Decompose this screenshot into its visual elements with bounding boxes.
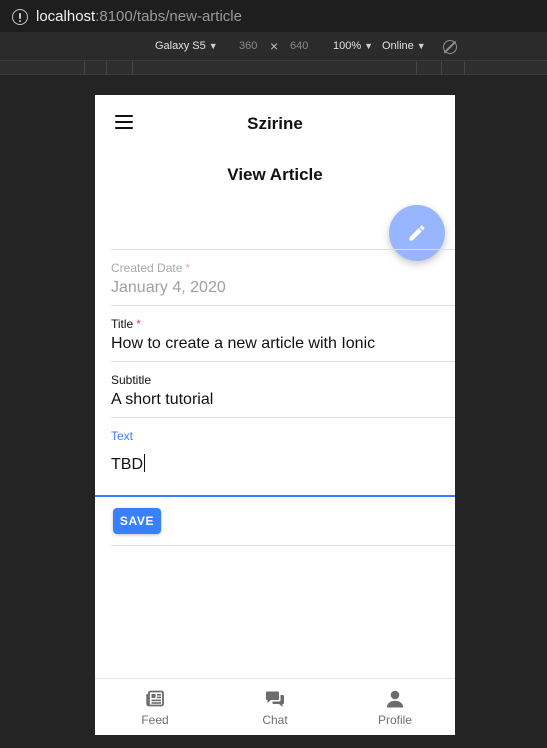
- created-date-label-text: Created Date: [111, 261, 183, 275]
- text-textarea[interactable]: TBD: [111, 454, 145, 474]
- app-header: Szirine: [95, 95, 455, 151]
- tab-label: Profile: [377, 713, 412, 727]
- device-width-input[interactable]: 360: [239, 40, 257, 52]
- title-field[interactable]: Title * How to create a new article with …: [111, 305, 455, 361]
- subtitle-field[interactable]: Subtitle A short tutorial: [111, 361, 455, 417]
- media-query-bar: [0, 61, 547, 75]
- tab-label: Chat: [262, 713, 288, 727]
- chat-icon: [266, 691, 284, 707]
- device-viewport: Szirine View Article Created Date * Janua…: [95, 95, 455, 735]
- tab-label: Feed: [141, 713, 169, 727]
- subtitle-input[interactable]: A short tutorial: [111, 391, 213, 409]
- text-field[interactable]: Text TBD: [111, 417, 455, 496]
- page-title: View Article: [227, 165, 323, 184]
- zoom-value: 100%: [333, 40, 362, 52]
- network-value: Online: [382, 40, 414, 52]
- title-label-text: Title: [111, 317, 134, 331]
- required-mark: *: [136, 317, 141, 331]
- ruler-segment[interactable]: [84, 61, 85, 75]
- device-height-input[interactable]: 640: [290, 40, 308, 52]
- created-date-field: Created Date * January 4, 2020: [111, 249, 455, 305]
- text-cursor: [144, 454, 145, 472]
- tab-bar: Feed Chat Profile: [95, 678, 455, 735]
- tab-profile[interactable]: Profile: [335, 679, 455, 735]
- caret-down-icon: ▼: [208, 41, 218, 51]
- save-button[interactable]: SAVE: [113, 508, 161, 534]
- network-select[interactable]: Online ▼: [382, 40, 426, 52]
- pencil-icon: [409, 225, 425, 241]
- ruler-segment[interactable]: [416, 61, 417, 75]
- text-label: Text: [111, 429, 134, 443]
- subtitle-label: Subtitle: [111, 373, 152, 387]
- ruler-segment[interactable]: [464, 61, 465, 75]
- caret-down-icon: ▼: [416, 41, 426, 51]
- title-input[interactable]: How to create a new article with Ionic: [111, 335, 375, 353]
- newspaper-icon: [146, 690, 164, 707]
- text-value: TBD: [111, 456, 143, 473]
- zoom-select[interactable]: 100% ▼: [333, 40, 373, 52]
- divider: [111, 545, 455, 546]
- ruler-segment[interactable]: [441, 61, 442, 75]
- tab-feed[interactable]: Feed: [95, 679, 215, 735]
- ruler-segment[interactable]: [132, 61, 133, 75]
- tab-chat[interactable]: Chat: [215, 679, 335, 735]
- created-date-value: January 4, 2020: [111, 279, 226, 296]
- required-mark: *: [185, 261, 191, 275]
- app-title: Szirine: [247, 114, 303, 133]
- dimension-separator: ×: [270, 38, 279, 54]
- caret-down-icon: ▼: [364, 41, 374, 51]
- device-toolbar: Galaxy S5 ▼ 360 × 640 100% ▼ Online ▼: [0, 33, 547, 61]
- address-bar[interactable]: localhost:8100/tabs/new-article: [0, 0, 547, 33]
- created-date-label: Created Date *: [111, 261, 190, 275]
- rotate-icon[interactable]: [443, 40, 457, 54]
- device-name: Galaxy S5: [155, 40, 206, 52]
- person-icon: [386, 690, 404, 708]
- info-icon[interactable]: [12, 9, 28, 25]
- device-select[interactable]: Galaxy S5 ▼: [155, 40, 218, 52]
- url-text[interactable]: localhost:8100/tabs/new-article: [36, 8, 242, 25]
- url-host: localhost: [36, 8, 96, 25]
- ruler-segment[interactable]: [106, 61, 107, 75]
- focus-underline: [95, 495, 455, 497]
- title-label: Title *: [111, 317, 141, 331]
- url-path: :8100/tabs/new-article: [95, 8, 242, 25]
